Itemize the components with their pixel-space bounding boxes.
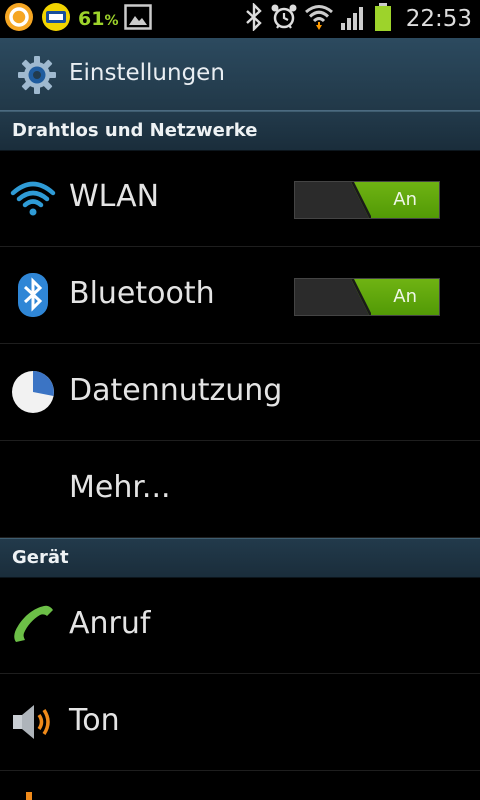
section-title: Drahtlos und Netzwerke (12, 120, 258, 141)
settings-item-call[interactable]: Anruf (0, 577, 480, 674)
clock: 22:53 (405, 6, 472, 32)
battery-icon (374, 2, 392, 36)
alarm-icon (270, 3, 298, 35)
phone-icon (10, 602, 56, 648)
app-notification-icon (40, 2, 72, 36)
bluetooth-toggle[interactable]: An (294, 278, 440, 316)
settings-item-data-usage[interactable]: Datennutzung (0, 344, 480, 441)
settings-item-label: Bluetooth (69, 276, 215, 311)
wlan-toggle[interactable]: An (294, 181, 440, 219)
status-bar: 61% 22:53 (0, 0, 480, 38)
wifi-icon (10, 175, 56, 221)
settings-item-more[interactable]: Mehr... (0, 441, 480, 538)
settings-item-label: Mehr... (69, 470, 171, 505)
settings-item-label: Anruf (69, 606, 151, 641)
settings-item-label: Ton (69, 703, 120, 738)
settings-gear-icon[interactable] (17, 55, 57, 95)
bluetooth-icon (10, 272, 56, 318)
data-usage-icon (10, 369, 56, 415)
signal-icon (340, 3, 368, 35)
bluetooth-icon (244, 2, 264, 35)
orange-app-icon (4, 2, 34, 36)
section-header-device: Gerät (0, 538, 480, 578)
page-title: Einstellungen (69, 60, 225, 86)
status-bar-right: 22:53 (244, 2, 472, 36)
settings-item-bluetooth[interactable]: Bluetooth An (0, 247, 480, 344)
settings-item-wlan[interactable]: WLAN An (0, 150, 480, 247)
image-icon (124, 4, 153, 34)
toggle-state-label: An (393, 189, 417, 210)
battery-percent-symbol: % (104, 13, 119, 29)
battery-percent-value: 61 (78, 8, 105, 30)
settings-screen: 61% 22:53 Einstellungen Drahtlos und Net… (0, 0, 480, 800)
wifi-icon (304, 3, 334, 35)
status-bar-left: 61% (4, 2, 158, 36)
section-header-wireless: Drahtlos und Netzwerke (0, 111, 480, 151)
settings-item-label: WLAN (69, 179, 160, 214)
settings-item-label: Datennutzung (69, 373, 283, 408)
settings-item-sound[interactable]: Ton (0, 674, 480, 771)
action-bar: Einstellungen (0, 38, 480, 111)
toggle-state-label: An (393, 286, 417, 307)
partial-next-item-icon (26, 792, 32, 800)
section-title: Gerät (12, 547, 69, 568)
speaker-icon (10, 699, 56, 745)
battery-percent: 61% (78, 8, 118, 30)
